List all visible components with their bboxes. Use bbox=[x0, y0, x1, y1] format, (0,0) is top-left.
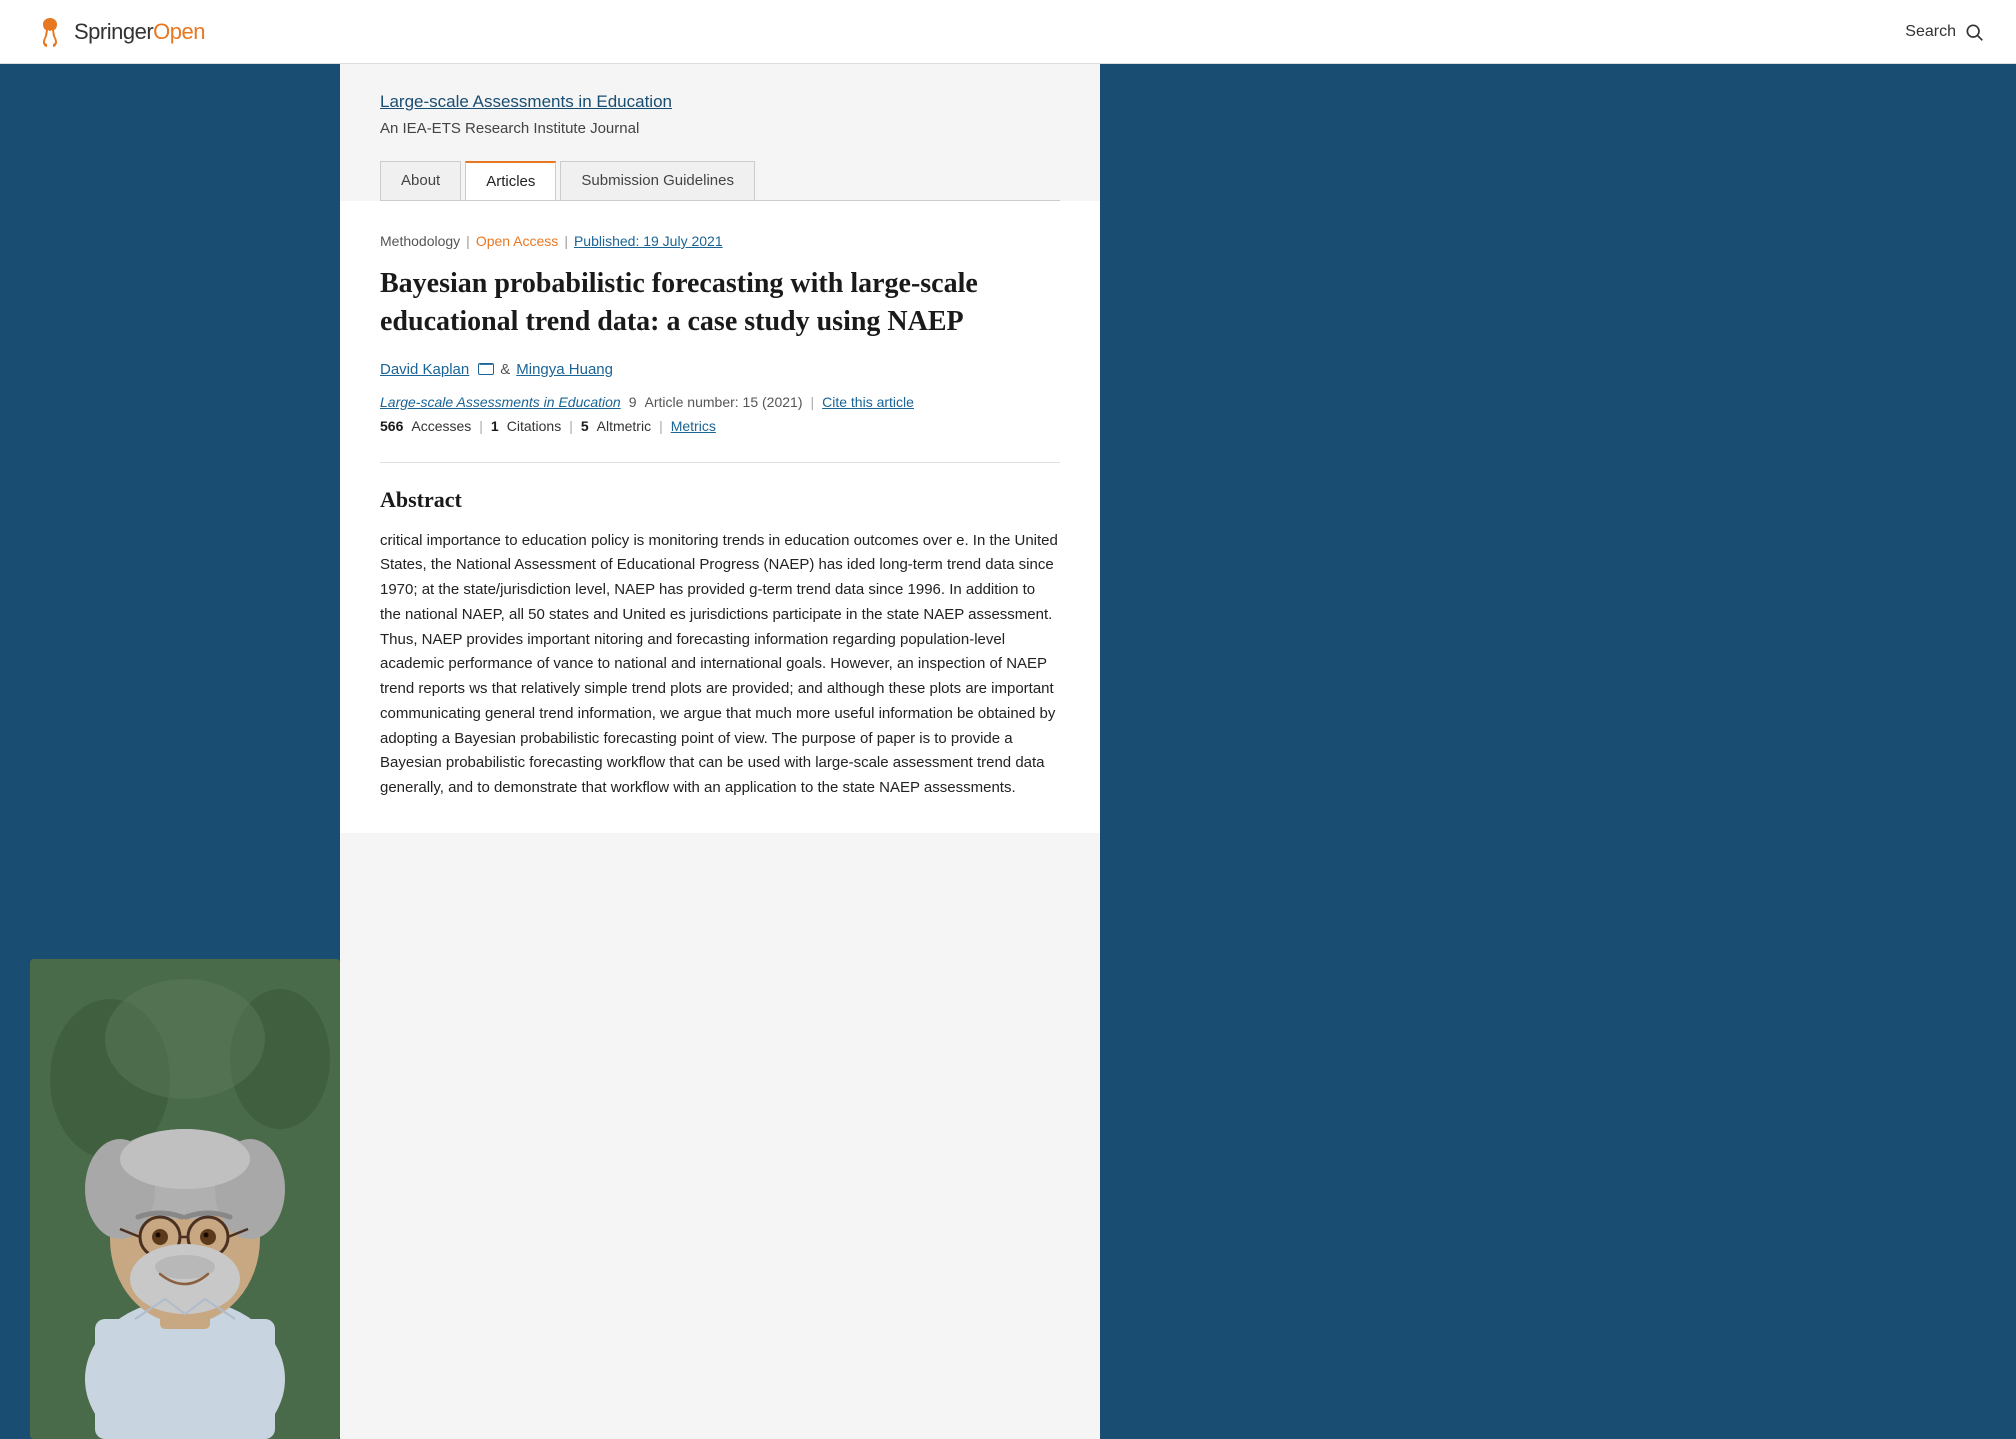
meta-sep-1: | bbox=[466, 233, 470, 249]
article-content: Methodology | Open Access | Published: 1… bbox=[340, 201, 1100, 833]
abstract-text: critical importance to education policy … bbox=[380, 529, 1060, 801]
tab-submission[interactable]: Submission Guidelines bbox=[560, 161, 755, 200]
article-number: Article number: 15 (2021) bbox=[645, 394, 803, 410]
citations-label: Citations bbox=[507, 418, 561, 434]
altmetric-label: Altmetric bbox=[597, 418, 651, 434]
author-portrait bbox=[30, 959, 340, 1439]
journal-subtitle: An IEA-ETS Research Institute Journal bbox=[380, 120, 1060, 137]
abstract-heading: Abstract bbox=[380, 487, 1060, 513]
open-access-badge: Open Access bbox=[476, 233, 559, 249]
pipe-2: | bbox=[479, 418, 483, 434]
volume-text: 9 bbox=[629, 394, 637, 410]
portrait-image bbox=[30, 959, 340, 1439]
search-button[interactable]: Search bbox=[1905, 22, 1984, 42]
article-category: Methodology bbox=[380, 233, 460, 249]
journal-title-link[interactable]: Large-scale Assessments in Education bbox=[380, 92, 1060, 112]
accesses-label: Accesses bbox=[411, 418, 471, 434]
meta-sep-2: | bbox=[564, 233, 568, 249]
altmetric-count: 5 bbox=[581, 418, 589, 434]
author-david-kaplan[interactable]: David Kaplan bbox=[380, 361, 469, 378]
journal-ref-link[interactable]: Large-scale Assessments in Education bbox=[380, 394, 621, 410]
springer-logo-icon bbox=[32, 14, 68, 50]
cite-article-link[interactable]: Cite this article bbox=[822, 394, 914, 410]
pipe-4: | bbox=[659, 418, 663, 434]
citation-line: Large-scale Assessments in Education 9 A… bbox=[380, 394, 1060, 410]
right-sidebar bbox=[1100, 64, 2016, 1439]
email-icon[interactable] bbox=[478, 363, 494, 375]
article-title: Bayesian probabilistic forecasting with … bbox=[380, 265, 1060, 341]
logo-text: SpringerOpen bbox=[74, 19, 205, 45]
top-navigation: SpringerOpen Search bbox=[0, 0, 2016, 64]
abstract-section: Abstract critical importance to educatio… bbox=[380, 462, 1060, 801]
tab-articles[interactable]: Articles bbox=[465, 161, 556, 200]
tab-about[interactable]: About bbox=[380, 161, 461, 200]
page-wrapper: Large-scale Assessments in Education An … bbox=[0, 64, 2016, 1439]
metrics-link[interactable]: Metrics bbox=[671, 418, 716, 434]
logo-area[interactable]: SpringerOpen bbox=[32, 14, 205, 50]
search-label: Search bbox=[1905, 23, 1956, 41]
published-date-link[interactable]: Published: 19 July 2021 bbox=[574, 233, 723, 249]
pipe-3: | bbox=[569, 418, 573, 434]
citations-count: 1 bbox=[491, 418, 499, 434]
journal-header: Large-scale Assessments in Education An … bbox=[340, 64, 1100, 201]
accesses-count: 566 bbox=[380, 418, 403, 434]
metrics-line: 566 Accesses | 1 Citations | 5 Altmetric… bbox=[380, 418, 1060, 434]
pipe-1: | bbox=[810, 394, 814, 410]
search-icon bbox=[1964, 22, 1984, 42]
author-mingya-huang[interactable]: Mingya Huang bbox=[516, 361, 613, 378]
tabs-row: About Articles Submission Guidelines bbox=[380, 161, 1060, 201]
authors-line: David Kaplan & Mingya Huang bbox=[380, 361, 1060, 378]
article-meta-line: Methodology | Open Access | Published: 1… bbox=[380, 233, 1060, 249]
content-area: Large-scale Assessments in Education An … bbox=[340, 64, 1100, 1439]
author-separator: & bbox=[500, 361, 510, 378]
